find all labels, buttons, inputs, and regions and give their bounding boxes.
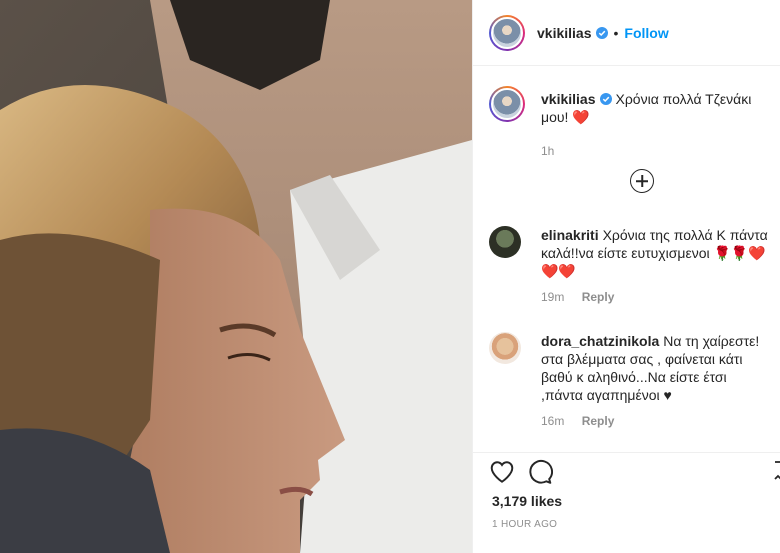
commenter-avatar[interactable]: [489, 226, 521, 258]
comment-item: elinakriti Χρόνια της πολλά Κ πάντα καλά!…: [489, 226, 769, 304]
post-timestamp[interactable]: 1 HOUR AGO: [492, 519, 557, 530]
heart-emoji: ❤️: [572, 109, 590, 125]
verified-badge-icon: [599, 93, 612, 105]
post-photo: [0, 0, 472, 553]
comment-item: dora_chatzinikola Να τη χαίρεστε!στα βλέμ…: [489, 332, 769, 428]
follow-button[interactable]: Follow: [624, 25, 668, 41]
emoji-line: 🌹🌹❤️: [713, 245, 766, 261]
author-avatar[interactable]: [489, 14, 525, 51]
bookmark-icon[interactable]: [773, 459, 780, 485]
verified-badge-icon: [595, 26, 608, 39]
caption: vkikilias Χρόνια πολλά Τζενάκι μου! ❤️ 1h: [489, 86, 769, 158]
comment-age: 19m: [541, 290, 565, 304]
post-actions: 3,179 likes 1 HOUR AGO: [473, 452, 780, 553]
reply-button[interactable]: Reply: [582, 414, 615, 428]
caption-age: 1h: [541, 144, 555, 158]
caption-avatar[interactable]: [489, 86, 525, 122]
emoji-line: ❤️❤️: [541, 263, 576, 279]
author-username[interactable]: vkikilias: [537, 25, 592, 41]
speech-bubble-icon[interactable]: [527, 459, 553, 485]
post-side-panel: vkikilias • Follow vkikilias Χρόνια πολλά…: [472, 0, 780, 553]
plus-circle-icon[interactable]: [630, 169, 654, 193]
comment-age: 16m: [541, 414, 565, 428]
comment-username[interactable]: dora_chatzinikola: [541, 333, 659, 349]
comments-list[interactable]: vkikilias Χρόνια πολλά Τζενάκι μου! ❤️ 1h…: [473, 66, 780, 452]
caption-username[interactable]: vkikilias: [541, 91, 596, 107]
commenter-avatar[interactable]: [489, 332, 521, 364]
heart-outline-icon[interactable]: [489, 459, 515, 485]
reply-button[interactable]: Reply: [582, 290, 615, 304]
likes-count[interactable]: 3,179 likes: [492, 493, 562, 509]
post-header: vkikilias • Follow: [473, 0, 780, 66]
comment-username[interactable]: elinakriti: [541, 227, 599, 243]
separator-dot: •: [613, 24, 619, 41]
